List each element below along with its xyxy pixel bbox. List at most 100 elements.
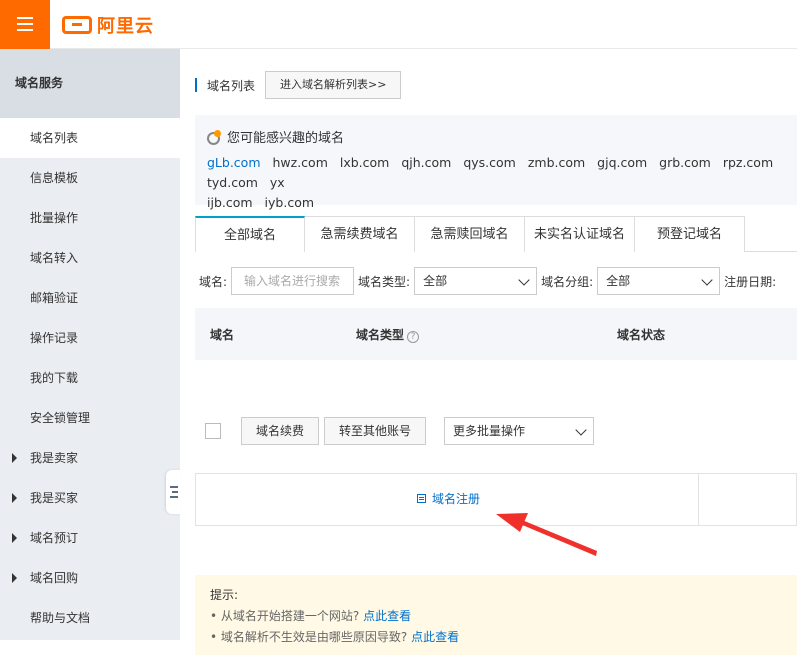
register-divider [698, 474, 699, 525]
sidebar-item-label: 域名预订 [30, 531, 79, 545]
chevron-down-icon [518, 274, 530, 286]
tab-pre-register[interactable]: 预登记域名 [635, 216, 745, 252]
type-filter-label: 域名类型: [358, 274, 411, 289]
search-icon [207, 129, 221, 145]
suggested-domain-link[interactable]: grb.com [659, 155, 711, 170]
help-icon[interactable]: ? [407, 331, 420, 343]
suggested-domain-link[interactable]: hwz.com [273, 155, 328, 170]
domain-tabs: 全部域名 急需续费域名 急需赎回域名 未实名认证域名 预登记域名 [195, 216, 797, 252]
sidebar-item-info-template[interactable]: 信息模板 [0, 158, 180, 198]
tip-item: • 从域名开始搭建一个网站? 点此查看 [210, 606, 782, 627]
filter-bar: 域名: 输入域名进行搜索 域名类型: 全部 域名分组: 全部 注册日期: [199, 267, 780, 295]
tab-unverified[interactable]: 未实名认证域名 [525, 216, 635, 252]
sidebar-item-batch-ops[interactable]: 批量操作 [0, 198, 180, 238]
suggested-domain-link[interactable]: gjq.com [597, 155, 647, 170]
caret-right-icon [12, 493, 17, 503]
register-icon [417, 494, 426, 503]
sidebar-item-label: 我是买家 [30, 491, 79, 505]
suggested-domain-link[interactable]: ijb.com [207, 195, 253, 210]
suggested-domain-list: gLb.com hwz.com lxb.com qjh.com qys.com … [207, 153, 797, 213]
sidebar-item-label: 域名列表 [30, 131, 79, 145]
suggested-domain-link[interactable]: tyd.com [207, 175, 258, 190]
suggested-domain-link[interactable]: lxb.com [340, 155, 389, 170]
sidebar-item-op-log[interactable]: 操作记录 [0, 318, 180, 358]
logo-text: 阿里云 [97, 16, 154, 37]
suggested-domain-link[interactable]: iyb.com [265, 195, 314, 210]
group-select-value: 全部 [606, 274, 631, 288]
sidebar-item-label: 我的下载 [30, 371, 79, 385]
suggested-domain-link[interactable]: zmb.com [528, 155, 585, 170]
col-domain[interactable]: 域名 [210, 326, 234, 343]
tips-panel: 提示: • 从域名开始搭建一个网站? 点此查看 • 域名解析不生效是由哪些原因导… [195, 575, 797, 655]
breadcrumb: 域名列表 进入域名解析列表>> [195, 71, 402, 99]
top-bar: 阿里云 [0, 0, 797, 49]
chevron-down-icon [701, 274, 713, 286]
suggested-domain-link[interactable]: qys.com [463, 155, 516, 170]
select-all-checkbox[interactable] [205, 423, 221, 439]
col-type: 域名类型? [356, 326, 420, 343]
sidebar-item-transfer-in[interactable]: 域名转入 [0, 238, 180, 278]
sidebar-item-domain-list[interactable]: 域名列表 [0, 118, 180, 158]
suggested-domains-panel: 您可能感兴趣的域名 gLb.com hwz.com lxb.com qjh.co… [195, 115, 797, 210]
sidebar-collapse-icon[interactable] [166, 470, 181, 514]
tips-title: 提示: [210, 588, 239, 602]
menu-icon[interactable] [0, 0, 50, 49]
resolve-list-button[interactable]: 进入域名解析列表>> [265, 71, 402, 99]
domain-filter-label: 域名: [199, 274, 228, 289]
sidebar-item-seller[interactable]: 我是卖家 [0, 438, 180, 478]
caret-right-icon [12, 533, 17, 543]
sidebar: 域名服务 域名列表 信息模板 批量操作 域名转入 邮箱验证 操作记录 我的下载 … [0, 49, 180, 640]
sidebar-item-label: 邮箱验证 [30, 291, 79, 305]
suggested-domains-title: 您可能感兴趣的域名 [207, 127, 344, 146]
renew-button[interactable]: 域名续费 [241, 417, 320, 445]
caret-right-icon [12, 573, 17, 583]
tip-link[interactable]: 点此查看 [363, 609, 411, 623]
aliyun-logo-icon [62, 16, 92, 34]
sidebar-item-email-verify[interactable]: 邮箱验证 [0, 278, 180, 318]
suggested-domain-link[interactable]: rpz.com [723, 155, 773, 170]
tab-renew-urgent[interactable]: 急需续费域名 [305, 216, 415, 252]
suggested-domain-link[interactable]: yx [270, 175, 285, 190]
caret-right-icon [12, 453, 17, 463]
sidebar-title: 域名服务 [0, 49, 180, 118]
sidebar-item-label: 帮助与文档 [30, 611, 91, 625]
main-content: 域名列表 进入域名解析列表>> 您可能感兴趣的域名 gLb.com hwz.co… [180, 49, 797, 655]
tip-item: • 域名解析不生效是由哪些原因导致? 点此查看 [210, 627, 782, 648]
suggested-domain-link[interactable]: gLb.com [207, 155, 261, 170]
group-filter-label: 域名分组: [541, 274, 594, 289]
tab-all-domains[interactable]: 全部域名 [195, 216, 305, 252]
sidebar-item-buyer[interactable]: 我是买家 [0, 478, 180, 518]
register-label: 域名注册 [432, 492, 481, 506]
transfer-account-button[interactable]: 转至其他账号 [324, 417, 427, 445]
sidebar-item-label: 域名回购 [30, 571, 79, 585]
sidebar-item-label: 安全锁管理 [30, 411, 91, 425]
breadcrumb-marker [195, 78, 197, 92]
tip-text: • 域名解析不生效是由哪些原因导致? [210, 630, 408, 644]
col-status[interactable]: 域名状态 [617, 326, 665, 343]
register-panel: 域名注册 [195, 473, 797, 526]
more-batch-select[interactable]: 更多批量操作 [444, 417, 595, 445]
suggested-title-text: 您可能感兴趣的域名 [227, 131, 345, 146]
more-batch-value: 更多批量操作 [453, 424, 526, 438]
sidebar-item-label: 操作记录 [30, 331, 79, 345]
type-select-value: 全部 [423, 274, 448, 288]
sidebar-item-reserve[interactable]: 域名预订 [0, 518, 180, 558]
suggested-domain-link[interactable]: qjh.com [401, 155, 451, 170]
sidebar-item-security-lock[interactable]: 安全锁管理 [0, 398, 180, 438]
batch-bar: 域名续费 转至其他账号 更多批量操作 [195, 417, 595, 445]
tip-link[interactable]: 点此查看 [411, 630, 459, 644]
register-domain-link[interactable]: 域名注册 [417, 490, 480, 507]
sidebar-item-label: 我是卖家 [30, 451, 79, 465]
domain-search-input[interactable]: 输入域名进行搜索 [231, 267, 355, 295]
sidebar-item-buyback[interactable]: 域名回购 [0, 558, 180, 598]
type-select[interactable]: 全部 [414, 267, 538, 295]
sidebar-item-label: 域名转入 [30, 251, 79, 265]
aliyun-logo[interactable]: 阿里云 [62, 12, 154, 38]
sidebar-item-downloads[interactable]: 我的下载 [0, 358, 180, 398]
date-filter-label: 注册日期: [724, 274, 777, 289]
tab-redeem-urgent[interactable]: 急需赎回域名 [415, 216, 525, 252]
page-title: 域名列表 [207, 78, 256, 93]
group-select[interactable]: 全部 [597, 267, 721, 295]
sidebar-item-help[interactable]: 帮助与文档 [0, 598, 180, 638]
table-header: 域名 域名类型? 域名状态 [195, 308, 797, 360]
